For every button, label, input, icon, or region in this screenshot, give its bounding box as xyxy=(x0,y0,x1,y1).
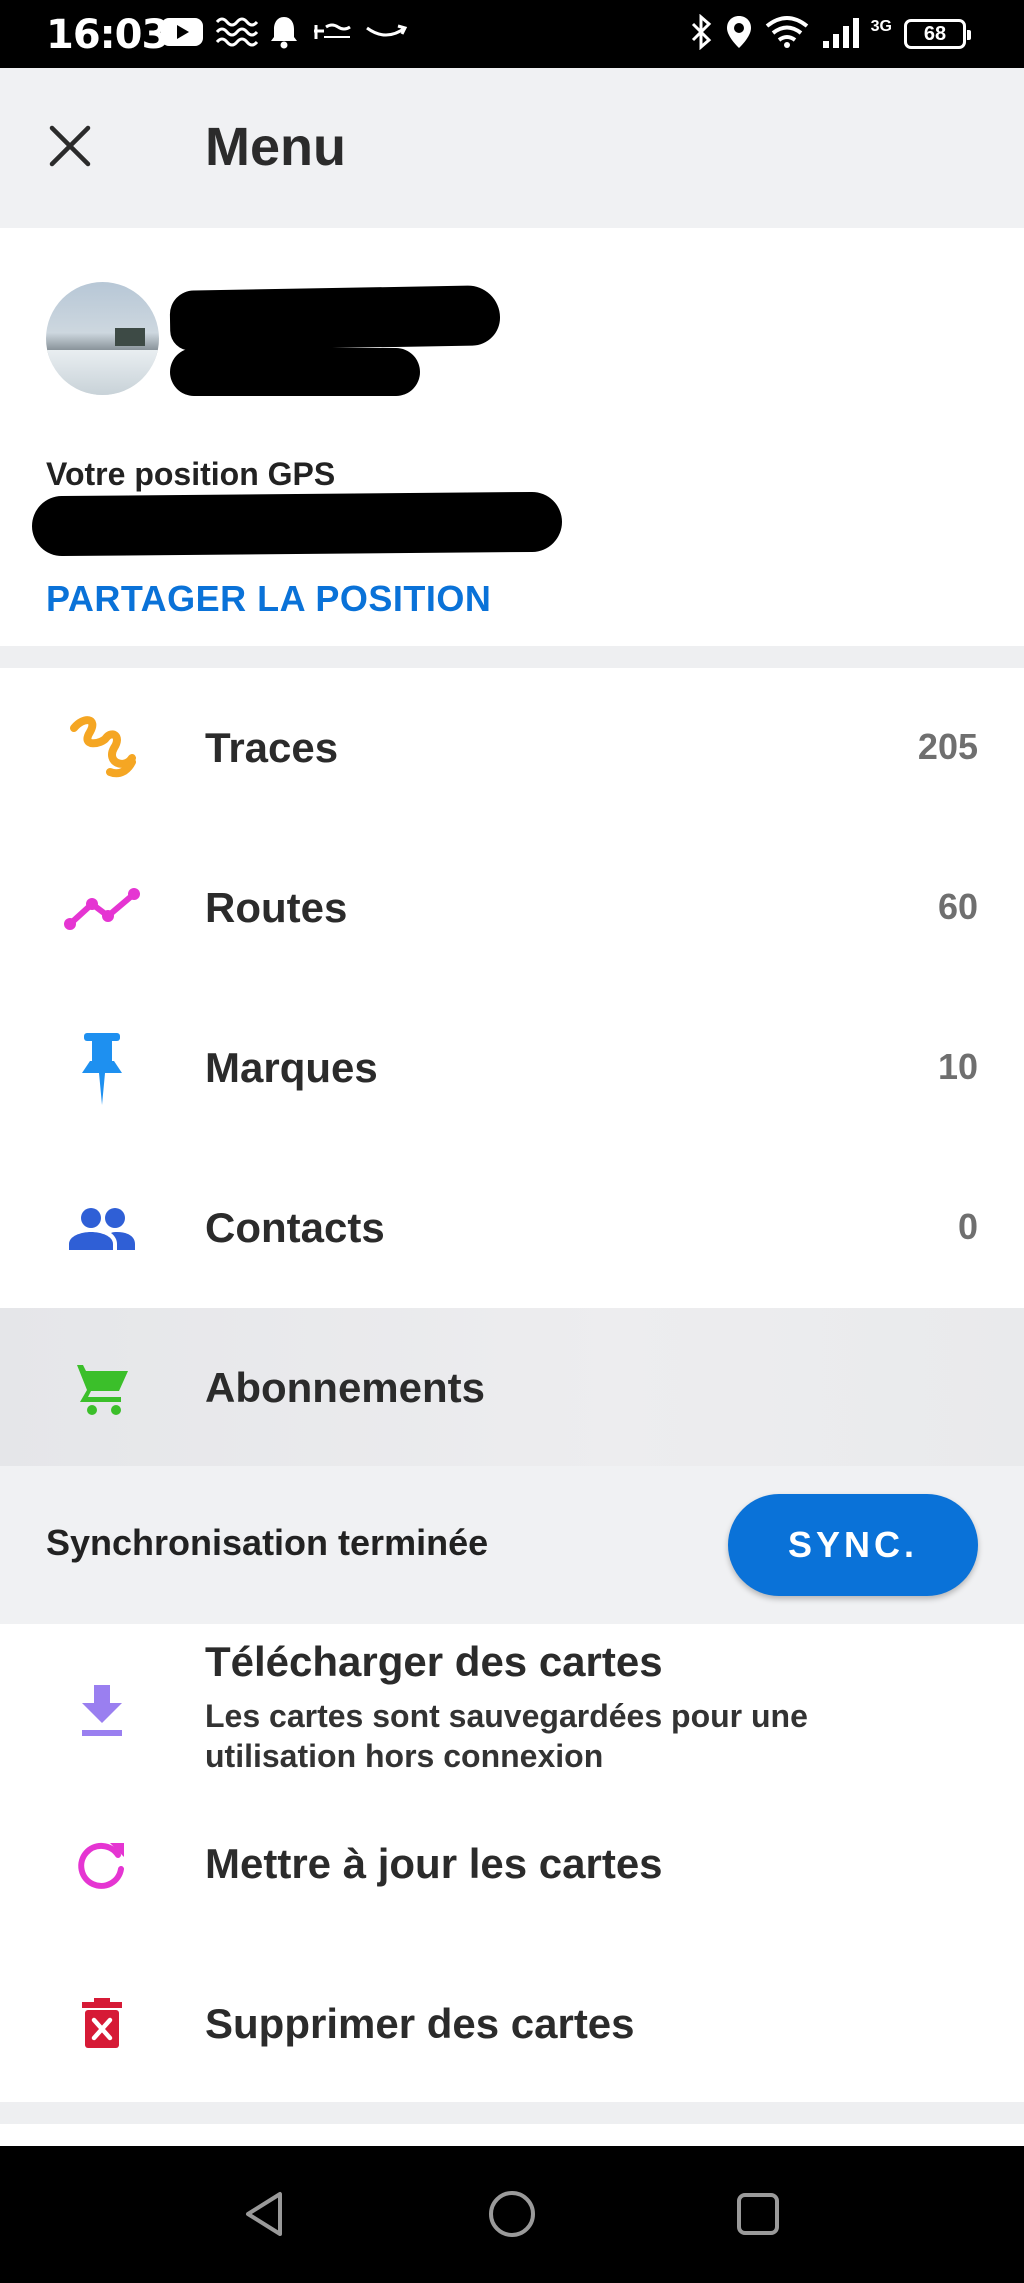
signal-icon xyxy=(821,14,867,55)
download-maps-description: Les cartes sont sauvegardées pour une ut… xyxy=(205,1698,808,1774)
update-maps-label: Mettre à jour les cartes xyxy=(205,1840,663,1887)
pushpin-icon xyxy=(62,1033,142,1105)
contacts-icon xyxy=(62,1194,142,1264)
status-time: 16:03 xyxy=(46,12,169,58)
close-button[interactable] xyxy=(40,118,100,178)
delete-icon xyxy=(62,1988,142,2058)
recents-icon xyxy=(735,2191,781,2242)
redacted-user-name xyxy=(169,285,501,351)
system-navigation-bar xyxy=(0,2146,1024,2283)
profile-section: Votre position GPS PARTAGER LA POSITION xyxy=(0,228,1024,646)
traces-icon xyxy=(62,714,142,784)
share-position-link[interactable]: PARTAGER LA POSITION xyxy=(46,578,491,620)
amazon-icon xyxy=(364,20,408,49)
battery-icon: 68 xyxy=(904,19,971,49)
menu-item-label: Contacts xyxy=(205,1204,385,1251)
menu-item-contacts[interactable]: Contacts 0 xyxy=(0,1148,1024,1308)
section-divider xyxy=(0,646,1024,668)
download-maps-item[interactable]: Télécharger des cartes Les cartes sont s… xyxy=(0,1624,1024,1784)
location-icon xyxy=(725,14,753,55)
list-continuation xyxy=(0,2124,1024,2146)
menu-item-label: Traces xyxy=(205,724,339,771)
refresh-icon xyxy=(62,1830,142,1900)
delete-maps-item[interactable]: Supprimer des cartes xyxy=(0,1944,1024,2102)
sync-status: Synchronisation terminée xyxy=(46,1522,489,1563)
bell-icon xyxy=(268,14,300,55)
page-title: Menu xyxy=(205,117,346,177)
bluetooth-icon xyxy=(689,13,713,55)
back-button[interactable] xyxy=(234,2186,294,2246)
menu-item-marques[interactable]: Marques 10 xyxy=(0,988,1024,1148)
menu-item-abonnements[interactable]: Abonnements xyxy=(0,1308,1024,1468)
menu-item-label: Marques xyxy=(205,1044,378,1091)
network-type: 3G xyxy=(870,18,892,35)
menu-item-count: 10 xyxy=(937,1046,978,1087)
system-icons: 3G 68 xyxy=(689,13,971,55)
sync-row: Synchronisation terminée SYNC. xyxy=(0,1466,1024,1624)
menu-item-label: Abonnements xyxy=(205,1364,486,1411)
menu-item-label: Routes xyxy=(205,884,348,931)
menu-item-routes[interactable]: Routes 60 xyxy=(0,828,1024,988)
home-icon xyxy=(487,2189,537,2244)
avatar[interactable] xyxy=(46,282,159,395)
status-bar: 16:03 3G 68 xyxy=(0,0,1024,68)
back-icon xyxy=(242,2190,286,2243)
redacted-gps-coordinates xyxy=(31,491,563,557)
delete-maps-label: Supprimer des cartes xyxy=(205,2000,635,2047)
menu-item-count: 60 xyxy=(937,886,978,927)
redacted-user-subtitle xyxy=(170,348,420,396)
download-icon xyxy=(62,1676,142,1746)
maps-section: Télécharger des cartes Les cartes sont s… xyxy=(0,1624,1024,2102)
section-divider xyxy=(0,2102,1024,2124)
youtube-icon xyxy=(160,16,204,53)
download-maps-title: Télécharger des cartes xyxy=(205,1638,663,1685)
menu-item-count: 0 xyxy=(957,1206,978,1247)
routes-icon xyxy=(62,874,142,944)
app-header: Menu xyxy=(0,68,1024,228)
notification-icons xyxy=(160,14,408,54)
wifi-icon xyxy=(765,14,809,55)
update-maps-item[interactable]: Mettre à jour les cartes xyxy=(0,1784,1024,1944)
gps-position-label: Votre position GPS xyxy=(46,456,336,492)
waves-icon xyxy=(214,12,259,57)
menu-list: Traces 205 Routes 60 Marques 10 Contacts… xyxy=(0,668,1024,1468)
menu-item-count: 205 xyxy=(917,726,978,767)
intermarche-icon xyxy=(310,17,354,52)
cart-icon xyxy=(62,1354,142,1424)
sync-button[interactable]: SYNC. xyxy=(728,1494,978,1596)
close-icon xyxy=(48,124,92,173)
recents-button[interactable] xyxy=(728,2186,788,2246)
menu-item-traces[interactable]: Traces 205 xyxy=(0,668,1024,828)
home-button[interactable] xyxy=(482,2186,542,2246)
